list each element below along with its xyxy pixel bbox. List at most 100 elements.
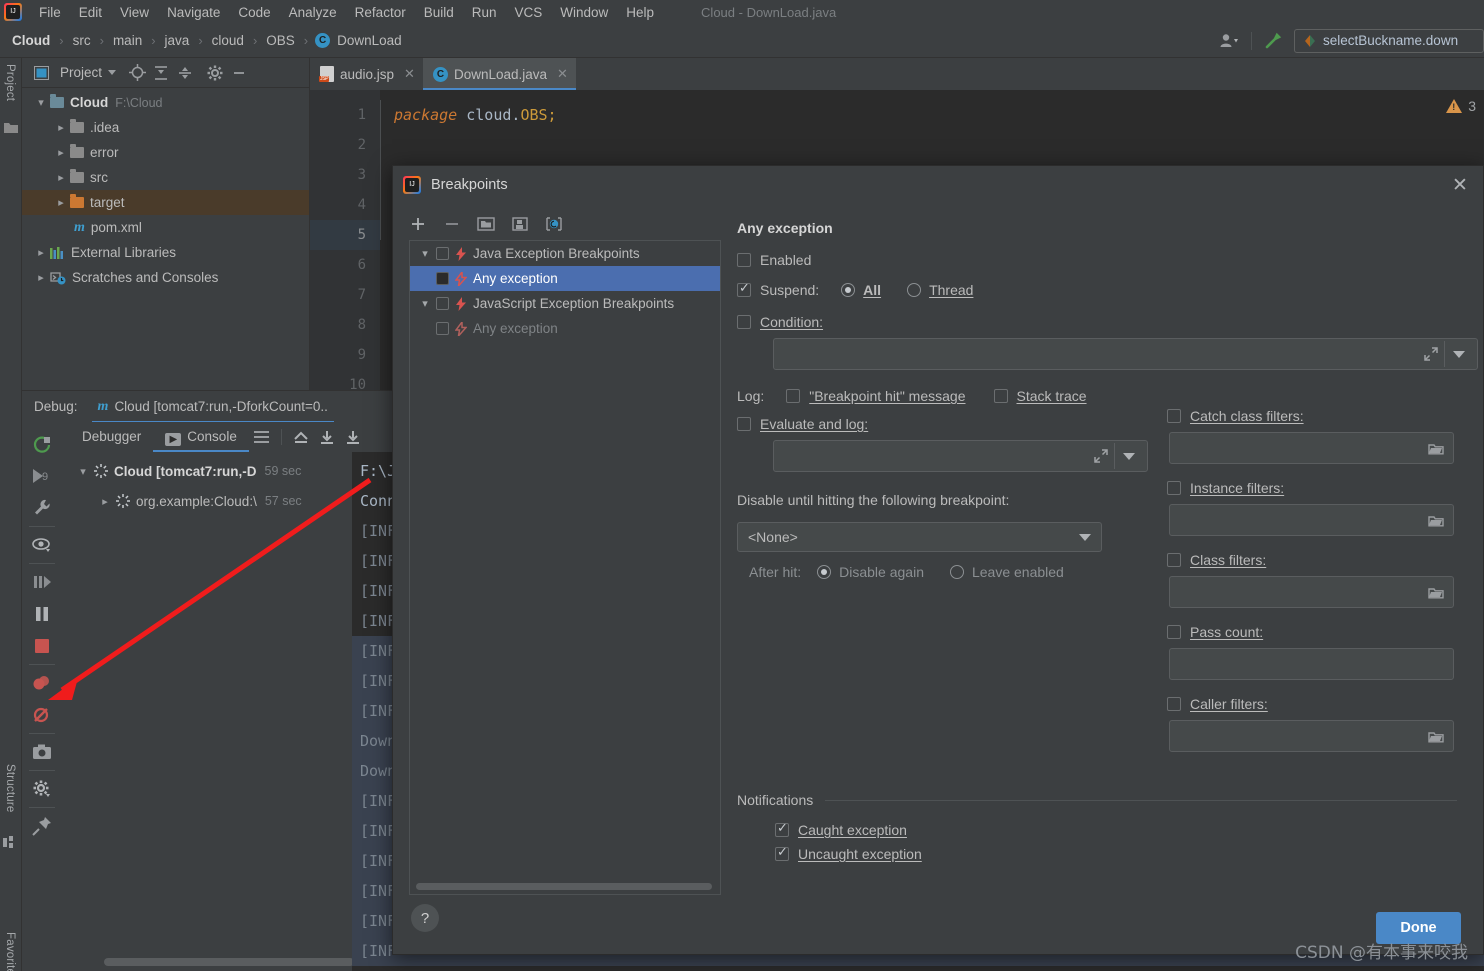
breakpoint-group-checkbox[interactable] [436, 297, 449, 310]
chevron-right-icon[interactable]: ▸ [52, 196, 70, 209]
breakpoint-item-any-exception-js[interactable]: Any exception [410, 316, 720, 341]
menu-window[interactable]: Window [551, 3, 617, 22]
breakpoint-checkbox[interactable] [436, 322, 449, 335]
stop-icon[interactable] [25, 630, 59, 662]
debug-tree-row[interactable]: ▸ org.example:Cloud:\ 57 sec [62, 486, 352, 516]
menu-code[interactable]: Code [229, 3, 279, 22]
tree-item-idea[interactable]: ▸ .idea [22, 115, 309, 140]
scroll-to-end-icon[interactable] [314, 422, 340, 452]
breadcrumb-obs[interactable]: OBS [264, 32, 297, 49]
chevron-right-icon[interactable]: ▸ [52, 171, 70, 184]
wrench-settings-icon[interactable] [25, 492, 59, 524]
catch-class-filters-checkbox[interactable] [1167, 409, 1181, 423]
pause-icon[interactable] [25, 598, 59, 630]
suspend-checkbox[interactable] [737, 280, 751, 297]
class-filters-checkbox[interactable] [1167, 553, 1181, 567]
debug-session-tab[interactable]: m Cloud [tomcat7:run,-DforkCount=0.. [91, 391, 335, 423]
menu-file[interactable]: File [30, 3, 70, 22]
tab-audio-jsp[interactable]: audio.jsp ✕ [310, 58, 423, 90]
disable-until-dropdown[interactable]: <None> [737, 522, 1102, 552]
breadcrumb-cloud-pkg[interactable]: cloud [210, 32, 246, 49]
breakpoint-group-checkbox[interactable] [436, 247, 449, 260]
menu-view[interactable]: View [111, 3, 158, 22]
breakpoint-hit-message-checkbox[interactable] [786, 389, 801, 403]
add-icon[interactable] [405, 212, 431, 236]
folder-icon[interactable] [3, 120, 19, 136]
tree-item-src[interactable]: ▸ src [22, 165, 309, 190]
tool-window-structure-label[interactable]: Structure [4, 764, 16, 812]
soft-wrap-icon[interactable] [249, 422, 275, 452]
breadcrumb-download[interactable]: DownLoad [335, 32, 404, 49]
chevron-right-icon[interactable]: ▸ [52, 121, 70, 134]
chevron-down-icon[interactable] [1447, 341, 1471, 367]
tool-window-favorites-label[interactable]: Favorites [4, 932, 16, 971]
caught-exception-checkbox[interactable] [775, 820, 789, 837]
browse-folder-icon[interactable] [1425, 723, 1447, 749]
step-over-icon[interactable] [25, 566, 59, 598]
condition-field[interactable] [773, 338, 1478, 370]
uncaught-exception-checkbox[interactable] [775, 844, 789, 861]
breakpoint-item-any-exception-java[interactable]: Any exception [410, 266, 720, 291]
minimize-icon[interactable] [228, 62, 250, 84]
resume-9-icon[interactable]: 9 [25, 460, 59, 492]
structure-icon[interactable] [3, 836, 19, 852]
chevron-down-icon[interactable]: ▾ [414, 247, 436, 260]
hammer-build-icon[interactable] [1258, 28, 1288, 54]
tab-download-java[interactable]: C DownLoad.java ✕ [422, 58, 576, 90]
menu-navigate[interactable]: Navigate [158, 3, 229, 22]
edit-class-icon[interactable] [541, 212, 567, 236]
chevron-down-icon[interactable] [108, 70, 117, 75]
tree-item-external-libraries[interactable]: ▸ External Libraries [22, 240, 309, 265]
pass-count-checkbox[interactable] [1167, 625, 1181, 639]
close-icon[interactable]: ✕ [557, 66, 568, 82]
chevron-down-icon[interactable]: ▾ [72, 465, 94, 478]
menu-help[interactable]: Help [617, 3, 663, 22]
menu-refactor[interactable]: Refactor [346, 3, 415, 22]
chevron-right-icon[interactable]: ▸ [32, 246, 50, 259]
view-breakpoints-icon[interactable] [25, 667, 59, 699]
leave-enabled-radio[interactable] [949, 565, 964, 579]
remove-icon[interactable] [439, 212, 465, 236]
breakpoint-checkbox[interactable] [436, 272, 449, 285]
tree-item-scratches[interactable]: ▸ Scratches and Consoles [22, 265, 309, 290]
disable-again-radio[interactable] [817, 565, 832, 579]
close-icon[interactable]: ✕ [1447, 172, 1473, 198]
instance-filters-checkbox[interactable] [1167, 481, 1181, 495]
breakpoint-group-java[interactable]: ▾ Java Exception Breakpoints [410, 241, 720, 266]
debug-tree-row[interactable]: ▾ Cloud [tomcat7:run,-D 59 sec [62, 456, 352, 486]
chevron-right-icon[interactable]: ▸ [32, 271, 50, 284]
catch-class-filters-field[interactable] [1169, 432, 1454, 464]
pass-count-field[interactable] [1169, 648, 1454, 680]
horizontal-scrollbar[interactable] [416, 883, 712, 890]
caller-filters-field[interactable] [1169, 720, 1454, 752]
chevron-down-icon[interactable]: ▾ [32, 96, 50, 109]
menu-vcs[interactable]: VCS [506, 3, 552, 22]
collapse-all-icon[interactable] [174, 62, 196, 84]
chevron-right-icon[interactable]: ▸ [94, 495, 116, 508]
breadcrumb-java[interactable]: java [163, 32, 192, 49]
save-to-file-icon[interactable] [507, 212, 533, 236]
pin-icon[interactable] [25, 810, 59, 842]
expand-all-icon[interactable] [150, 62, 172, 84]
gear-icon[interactable] [204, 62, 226, 84]
tree-item-target[interactable]: ▸ target [22, 190, 309, 215]
horizontal-scrollbar[interactable] [104, 958, 352, 966]
chevron-down-icon[interactable]: ▾ [414, 297, 436, 310]
user-avatar-icon[interactable] [1215, 28, 1245, 54]
expand-editor-icon[interactable] [1090, 443, 1112, 469]
menu-run[interactable]: Run [463, 3, 506, 22]
enabled-checkbox[interactable] [737, 253, 751, 267]
breadcrumb-main[interactable]: main [111, 32, 144, 49]
tool-window-project-label[interactable]: Project [4, 64, 16, 101]
breadcrumb-src[interactable]: src [71, 32, 93, 49]
print-icon[interactable] [340, 422, 366, 452]
help-button[interactable]: ? [411, 904, 439, 932]
breakpoint-group-javascript[interactable]: ▾ JavaScript Exception Breakpoints [410, 291, 720, 316]
browse-folder-icon[interactable] [1425, 507, 1447, 533]
eye-watches-icon[interactable] [25, 529, 59, 561]
menu-build[interactable]: Build [415, 3, 463, 22]
move-to-group-icon[interactable] [473, 212, 499, 236]
caller-filters-checkbox[interactable] [1167, 697, 1181, 711]
instance-filters-field[interactable] [1169, 504, 1454, 536]
tree-item-error[interactable]: ▸ error [22, 140, 309, 165]
